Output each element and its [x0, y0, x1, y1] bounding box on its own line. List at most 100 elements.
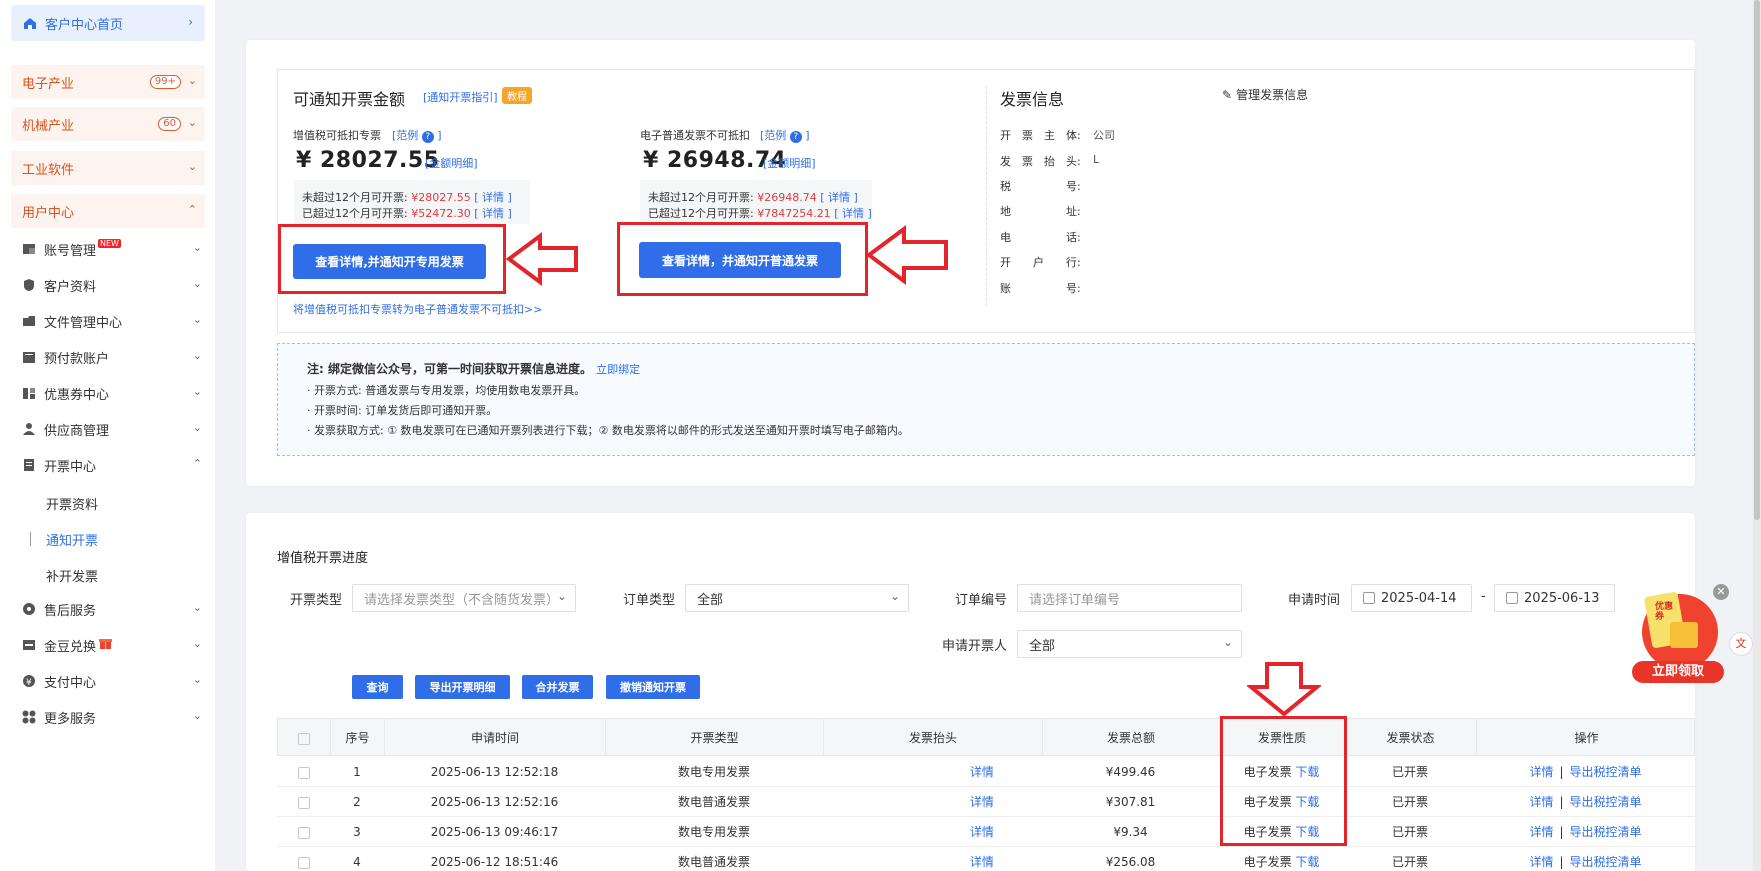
cell-title: 详情: [823, 847, 1042, 871]
row-select[interactable]: [277, 757, 330, 787]
applicant-select[interactable]: 全部 ⌄: [1017, 630, 1242, 658]
arrow-left-icon: [866, 225, 948, 285]
scrollbar-thumb[interactable]: [1754, 0, 1760, 520]
separator: |: [1559, 795, 1564, 809]
sidebar-item-invoice-center[interactable]: 开票中心 ⌃: [22, 452, 202, 478]
sidebar-item-beans[interactable]: 金豆兑换 ⌄: [22, 632, 202, 658]
date-from-input[interactable]: 2025-04-14: [1351, 584, 1472, 612]
checkbox[interactable]: [297, 856, 310, 869]
cell-status: 已开票: [1391, 795, 1428, 809]
sidebar-cat-machinery[interactable]: 机械产业 60 ⌄: [11, 107, 205, 141]
sidebar-item-account[interactable]: 账号管理 NEW ⌄: [22, 236, 202, 262]
detail-link[interactable]: [ 详情 ]: [834, 207, 872, 220]
invoice-type-select[interactable]: 请选择发票类型（不含随货发票） ⌄: [352, 584, 576, 612]
cell-title: 详情: [823, 817, 1042, 847]
notify-normal-invoice-button[interactable]: 查看详情，并通知开普通发票: [639, 242, 841, 278]
title-detail-link[interactable]: 详情: [970, 795, 994, 809]
header-select-all[interactable]: [278, 719, 331, 757]
normal-line2: 已超过12个月可开票: ¥7847254.21 [ 详情 ]: [648, 205, 872, 221]
cell-type: 数电专用发票: [677, 765, 750, 779]
op-export-link[interactable]: 导出税控清单: [1570, 765, 1642, 779]
sidebar-item-customer[interactable]: 客户资料 ⌄: [22, 272, 202, 298]
manage-invoice-link[interactable]: ✎ 管理发票信息: [1222, 86, 1308, 103]
close-icon[interactable]: ✕: [1713, 584, 1729, 600]
sidebar-item-aftersales[interactable]: 售后服务 ⌄: [22, 596, 202, 622]
order-type-select[interactable]: 全部 ⌄: [685, 584, 909, 612]
page-scrollbar[interactable]: [1753, 0, 1761, 871]
order-no-input[interactable]: 请选择订单编号: [1017, 584, 1242, 612]
sidebar-item-more[interactable]: 更多服务 ⌄: [22, 704, 202, 730]
checkbox[interactable]: [298, 732, 310, 745]
tutorial-badge[interactable]: 教程: [502, 87, 532, 104]
row-select[interactable]: [277, 817, 330, 847]
detail-link[interactable]: [ 详情 ]: [474, 191, 512, 204]
convert-invoice-link[interactable]: 将增值税可抵扣专票转为电子普通发票不可抵扣>>: [293, 301, 542, 317]
detail-link[interactable]: [ 详情 ]: [820, 191, 858, 204]
checkbox[interactable]: [297, 826, 310, 839]
download-link[interactable]: 下载: [1295, 855, 1319, 869]
chevron-down-icon: ⌄: [192, 709, 202, 722]
info-label-title: 发 票 抬 头:: [1000, 155, 1081, 168]
export-detail-button[interactable]: 导出开票明细: [415, 675, 510, 699]
sidebar-cat-user-center[interactable]: 用户中心 ⌃: [11, 194, 205, 228]
op-export-link[interactable]: 导出税控清单: [1570, 855, 1642, 869]
sidebar-item-label: 支付中心: [44, 675, 97, 691]
invoice-guide-link[interactable]: [通知开票指引]: [423, 89, 498, 105]
title-detail-link[interactable]: 详情: [970, 855, 994, 869]
sidebar-item-prepay[interactable]: 预付款账户 ⌄: [22, 344, 202, 370]
notify-special-invoice-button[interactable]: 查看详情,并通知开专用发票: [293, 244, 486, 279]
notice-line: · 发票获取方式: ① 数电发票可在已通知开票列表进行下载；② 数电发票将以邮件…: [307, 424, 909, 437]
sidebar-sub-notify-invoice[interactable]: 通知开票: [46, 530, 98, 549]
claim-now-button[interactable]: 立即领取: [1632, 661, 1724, 683]
vat-example-link[interactable]: [范例 ? ]: [392, 127, 442, 143]
col-header: 开票类型: [606, 719, 824, 757]
cell-amount: ¥499.46: [1105, 765, 1156, 779]
cell-no: 1: [353, 765, 361, 779]
col-header: 发票总额: [1043, 719, 1220, 757]
sidebar-home[interactable]: 客户中心首页 ›: [11, 5, 205, 41]
normal-example-link[interactable]: [范例 ? ]: [760, 127, 810, 143]
sidebar-item-coupon[interactable]: 优惠券中心 ⌄: [22, 380, 202, 406]
chevron-down-icon: ⌄: [187, 160, 197, 173]
translate-icon[interactable]: 文: [1729, 632, 1753, 656]
col-header: 序号: [331, 719, 385, 757]
row-select[interactable]: [277, 847, 330, 871]
service-icon: [22, 602, 36, 616]
normal-amount-detail-link[interactable]: [金额明细]: [763, 155, 816, 171]
line-amount: ¥7847254.21: [757, 207, 831, 220]
checkbox[interactable]: [297, 796, 310, 809]
date-to-input[interactable]: 2025-06-13: [1494, 584, 1615, 612]
op-detail-link[interactable]: 详情: [1529, 855, 1553, 869]
count-badge: 60: [158, 117, 181, 131]
sidebar-cat-software[interactable]: 工业软件 ⌄: [11, 151, 205, 185]
cell-no: 3: [353, 825, 361, 839]
op-detail-link[interactable]: 详情: [1529, 825, 1553, 839]
sidebar-item-supplier[interactable]: 供应商管理 ⌄: [22, 416, 202, 442]
detail-link[interactable]: [ 详情 ]: [474, 207, 512, 220]
op-export-link[interactable]: 导出税控清单: [1570, 825, 1642, 839]
col-header: 申请时间: [385, 719, 606, 757]
vat-amount-detail-link[interactable]: [金额明细]: [425, 155, 478, 171]
active-indicator: [30, 532, 31, 546]
sidebar-sub-reissue[interactable]: 补开发票: [46, 566, 98, 585]
row-select[interactable]: [277, 787, 330, 817]
calendar-icon: [1363, 592, 1375, 604]
revoke-notify-button[interactable]: 撤销通知开票: [606, 675, 700, 699]
sidebar-item-label: 预付款账户: [44, 351, 110, 367]
notice-box: 注: 绑定微信公众号，可第一时间获取开票信息进度。 立即绑定 · 开票方式: 普…: [277, 343, 1695, 456]
merge-invoice-button[interactable]: 合并发票: [522, 675, 593, 699]
sidebar-sub-invoice-info[interactable]: 开票资料: [46, 494, 98, 513]
op-export-link[interactable]: 导出税控清单: [1570, 795, 1642, 809]
normal-example-text: [范例: [760, 129, 787, 142]
sidebar-cat-electronics[interactable]: 电子产业 99+ ⌄: [11, 65, 205, 99]
checkbox[interactable]: [297, 766, 310, 779]
coupon-promo[interactable]: 优惠券 立即领取: [1630, 586, 1726, 686]
sidebar-item-files[interactable]: 文件管理中心 ⌄: [22, 308, 202, 334]
sidebar-item-payment[interactable]: ¥ 支付中心 ⌄: [22, 668, 202, 694]
query-button[interactable]: 查询: [352, 675, 403, 699]
bind-wechat-link[interactable]: 立即绑定: [596, 363, 640, 376]
op-detail-link[interactable]: 详情: [1529, 765, 1553, 779]
title-detail-link[interactable]: 详情: [970, 825, 994, 839]
op-detail-link[interactable]: 详情: [1529, 795, 1553, 809]
title-detail-link[interactable]: 详情: [970, 765, 994, 779]
